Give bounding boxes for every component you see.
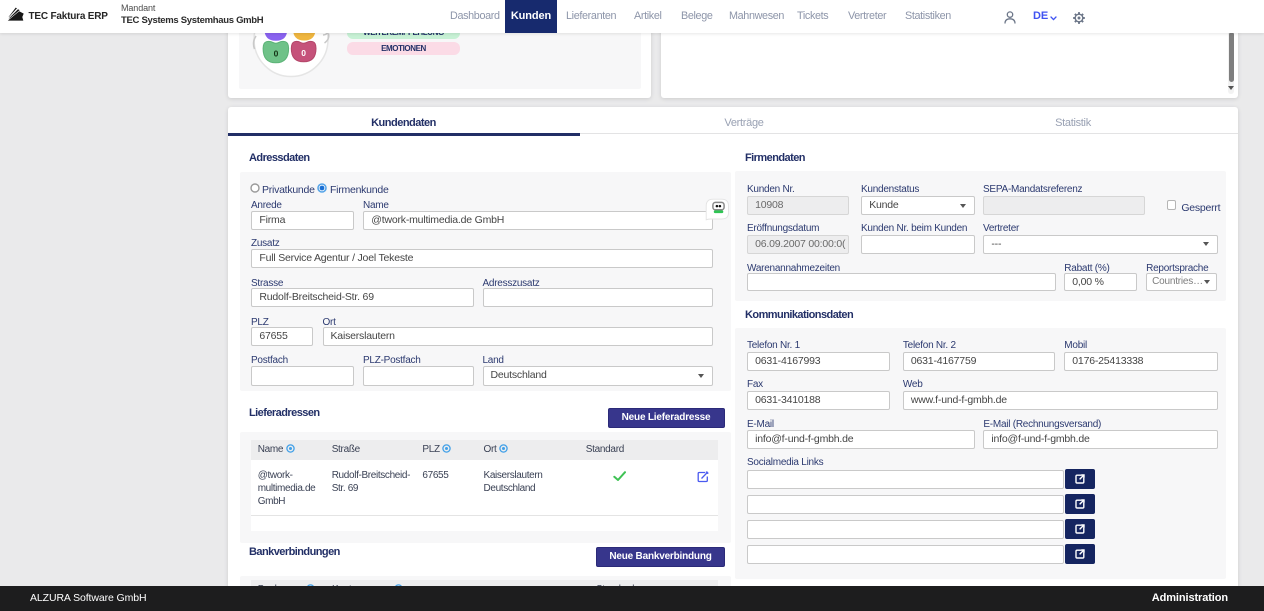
svg-text:0: 0	[274, 49, 279, 59]
svg-text:0: 0	[301, 48, 306, 58]
